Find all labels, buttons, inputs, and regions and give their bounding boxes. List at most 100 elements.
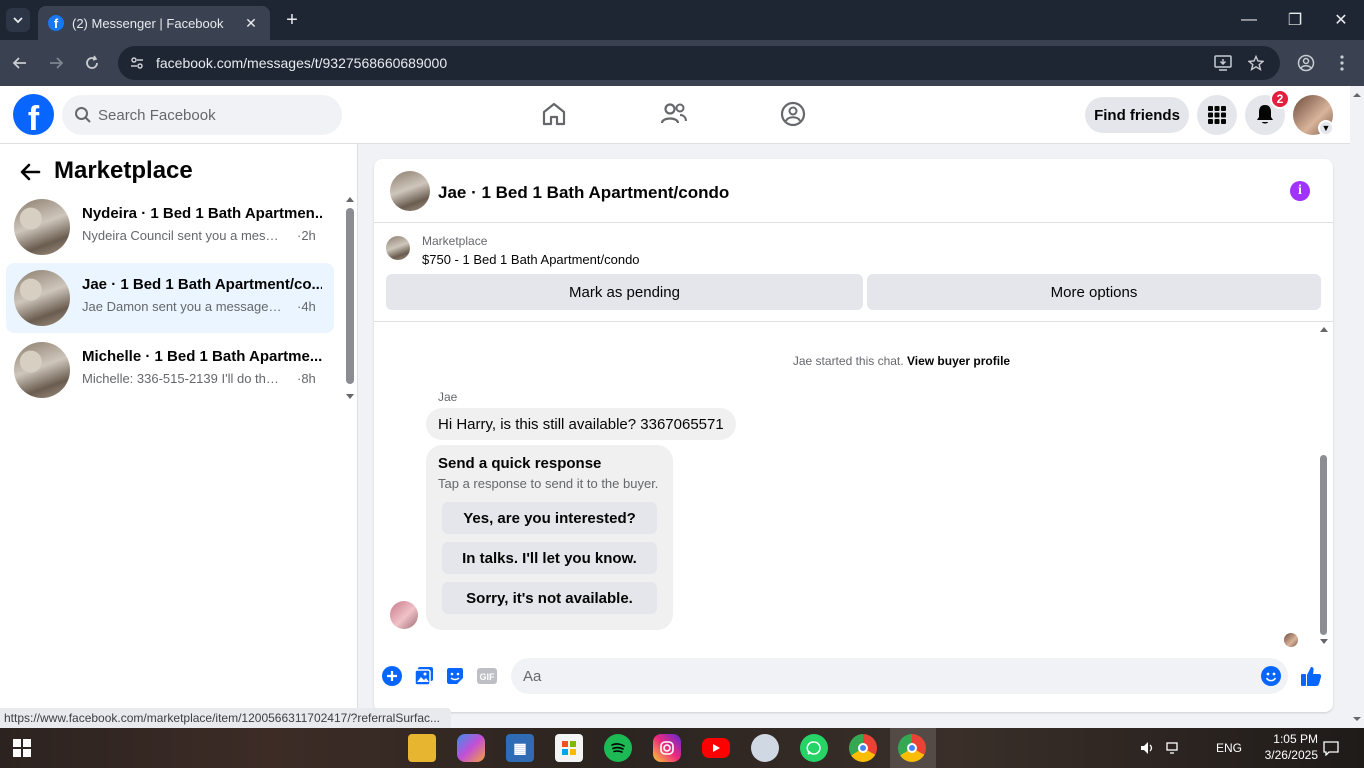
address-bar[interactable]: facebook.com/messages/t/9327568660689000 (118, 46, 1280, 80)
sidebar-scroll-down-icon[interactable] (344, 392, 356, 402)
arrow-left-icon (12, 57, 26, 69)
notification-center-icon[interactable] (1320, 734, 1342, 762)
quick-reply-button[interactable]: In talks. I'll let you know. (442, 542, 657, 574)
whatsapp-icon[interactable] (800, 734, 828, 762)
windows-start-icon[interactable] (8, 734, 36, 762)
facebook-logo-icon[interactable]: f (13, 94, 54, 135)
search-input[interactable] (98, 106, 298, 124)
reload-button[interactable] (80, 51, 104, 75)
new-tab-button[interactable]: + (280, 8, 304, 32)
page-scrollbar[interactable] (1350, 86, 1364, 728)
quick-response-subtitle: Tap a response to send it to the buyer. (438, 476, 659, 491)
conversation-item-active[interactable]: Jae · 1 Bed 1 Bath Apartment/co... Jae D… (6, 263, 334, 333)
grid-icon (1208, 106, 1226, 124)
notification-badge: 2 (1270, 89, 1290, 109)
message-input-wrapper[interactable] (511, 658, 1288, 694)
home-icon[interactable] (539, 99, 569, 129)
conversation-time: ·2h (297, 228, 316, 243)
photo-icon[interactable] (413, 665, 435, 687)
listing-thumbnail[interactable] (386, 236, 410, 260)
scroll-up-icon[interactable] (1350, 88, 1364, 102)
chat-title[interactable]: Jae · 1 Bed 1 Bath Apartment/condo (438, 183, 729, 203)
chat-scroll-up-icon[interactable] (1318, 324, 1330, 334)
network-icon[interactable] (1164, 734, 1184, 762)
plus-circle-icon[interactable] (381, 665, 403, 687)
chevron-down-icon (13, 17, 23, 24)
sidebar-title: Marketplace (54, 157, 193, 184)
conversation-item[interactable]: Nydeira · 1 Bed 1 Bath Apartmen... Nydei… (6, 192, 334, 262)
mark-pending-button[interactable]: Mark as pending (386, 274, 863, 310)
language-indicator[interactable]: ENG (1216, 741, 1242, 755)
browser-menu-icon[interactable] (1330, 51, 1354, 75)
sender-avatar[interactable] (390, 601, 418, 629)
chat-panel: Jae · 1 Bed 1 Bath Apartment/condo i Mar… (374, 159, 1333, 712)
microsoft-store-icon[interactable] (555, 734, 583, 762)
view-buyer-profile-link[interactable]: View buyer profile (907, 354, 1010, 368)
browser-toolbar: facebook.com/messages/t/9327568660689000 (0, 40, 1364, 86)
friends-icon[interactable] (659, 99, 689, 129)
conversation-time: ·4h (297, 299, 316, 314)
back-button[interactable] (8, 51, 32, 75)
listing-thumbnail (14, 270, 70, 326)
info-icon[interactable]: i (1290, 181, 1310, 201)
sticker-icon[interactable] (444, 665, 466, 687)
more-options-button[interactable]: More options (867, 274, 1321, 310)
account-chevron-icon[interactable]: ▼ (1318, 120, 1334, 136)
close-window-button[interactable]: ✕ (1318, 6, 1364, 34)
forward-button[interactable] (44, 51, 68, 75)
listing-price[interactable]: $750 - 1 Bed 1 Bath Apartment/condo (422, 252, 640, 267)
chrome-icon[interactable] (849, 734, 877, 762)
chat-listing-avatar[interactable] (390, 171, 430, 211)
file-explorer-icon[interactable] (408, 734, 436, 762)
browser-tab-messenger[interactable]: f (2) Messenger | Facebook ✕ (38, 6, 270, 40)
find-friends-button[interactable]: Find friends (1085, 97, 1189, 133)
chrome-profile-icon[interactable] (898, 734, 926, 762)
site-settings-icon[interactable] (128, 54, 146, 72)
scroll-down-icon[interactable] (1350, 712, 1364, 726)
arrow-right-icon (50, 57, 64, 69)
app-icon[interactable]: ▦ (506, 734, 534, 762)
minimize-button[interactable]: — (1226, 6, 1272, 34)
spotify-icon[interactable] (604, 734, 632, 762)
message-input[interactable] (523, 667, 1243, 685)
tab-search-button[interactable] (6, 8, 30, 32)
windows-taskbar: ▦ ENG 1:05 PM 3/26/2025 (0, 728, 1364, 768)
clock-time[interactable]: 1:05 PM (1258, 732, 1318, 746)
restore-button[interactable]: ❐ (1272, 6, 1318, 34)
volume-icon[interactable] (1138, 734, 1158, 762)
instagram-icon[interactable] (653, 734, 681, 762)
status-bar-url: https://www.facebook.com/marketplace/ite… (0, 708, 451, 728)
svg-text:GIF: GIF (480, 672, 496, 682)
chat-scroll-down-icon[interactable] (1318, 637, 1330, 647)
emoji-icon[interactable] (1260, 665, 1282, 687)
app-icon[interactable] (751, 734, 779, 762)
conversation-time: ·8h (297, 371, 316, 386)
message-bubble[interactable]: Hi Harry, is this still available? 33670… (426, 408, 736, 440)
bookmark-star-icon[interactable] (1244, 46, 1268, 80)
sidebar-scroll-up-icon[interactable] (344, 194, 356, 204)
tab-close-icon[interactable]: ✕ (242, 15, 260, 32)
gif-icon[interactable]: GIF (476, 665, 498, 687)
groups-icon[interactable] (778, 99, 808, 129)
menu-grid-button[interactable] (1197, 95, 1237, 135)
clock-date[interactable]: 3/26/2025 (1254, 748, 1318, 762)
conversation-preview: Michelle: 336-515-2139 I'll do the a... (82, 371, 282, 386)
quick-reply-button[interactable]: Sorry, it's not available. (442, 582, 657, 614)
youtube-icon[interactable] (702, 738, 730, 758)
copilot-icon[interactable] (457, 734, 485, 762)
message-list: Jae started this chat. View buyer profil… (374, 322, 1333, 652)
quick-reply-button[interactable]: Yes, are you interested? (442, 502, 657, 534)
facebook-search[interactable] (62, 95, 342, 135)
back-arrow-icon[interactable] (18, 160, 42, 184)
profile-icon[interactable] (1294, 51, 1318, 75)
tab-title: (2) Messenger | Facebook (72, 15, 224, 31)
conversation-name: Nydeira · 1 Bed 1 Bath Apartmen... (82, 205, 322, 222)
thumbs-up-icon[interactable] (1300, 665, 1322, 687)
listing-label: Marketplace (422, 234, 488, 248)
install-app-icon[interactable] (1211, 46, 1235, 80)
url-text: facebook.com/messages/t/9327568660689000 (156, 55, 448, 71)
chat-header: Jae · 1 Bed 1 Bath Apartment/condo i (374, 159, 1333, 223)
conversation-item[interactable]: Michelle · 1 Bed 1 Bath Apartme... Miche… (6, 335, 334, 405)
chat-scrollbar-thumb[interactable] (1320, 455, 1327, 635)
sidebar-scrollbar-thumb[interactable] (346, 208, 354, 384)
